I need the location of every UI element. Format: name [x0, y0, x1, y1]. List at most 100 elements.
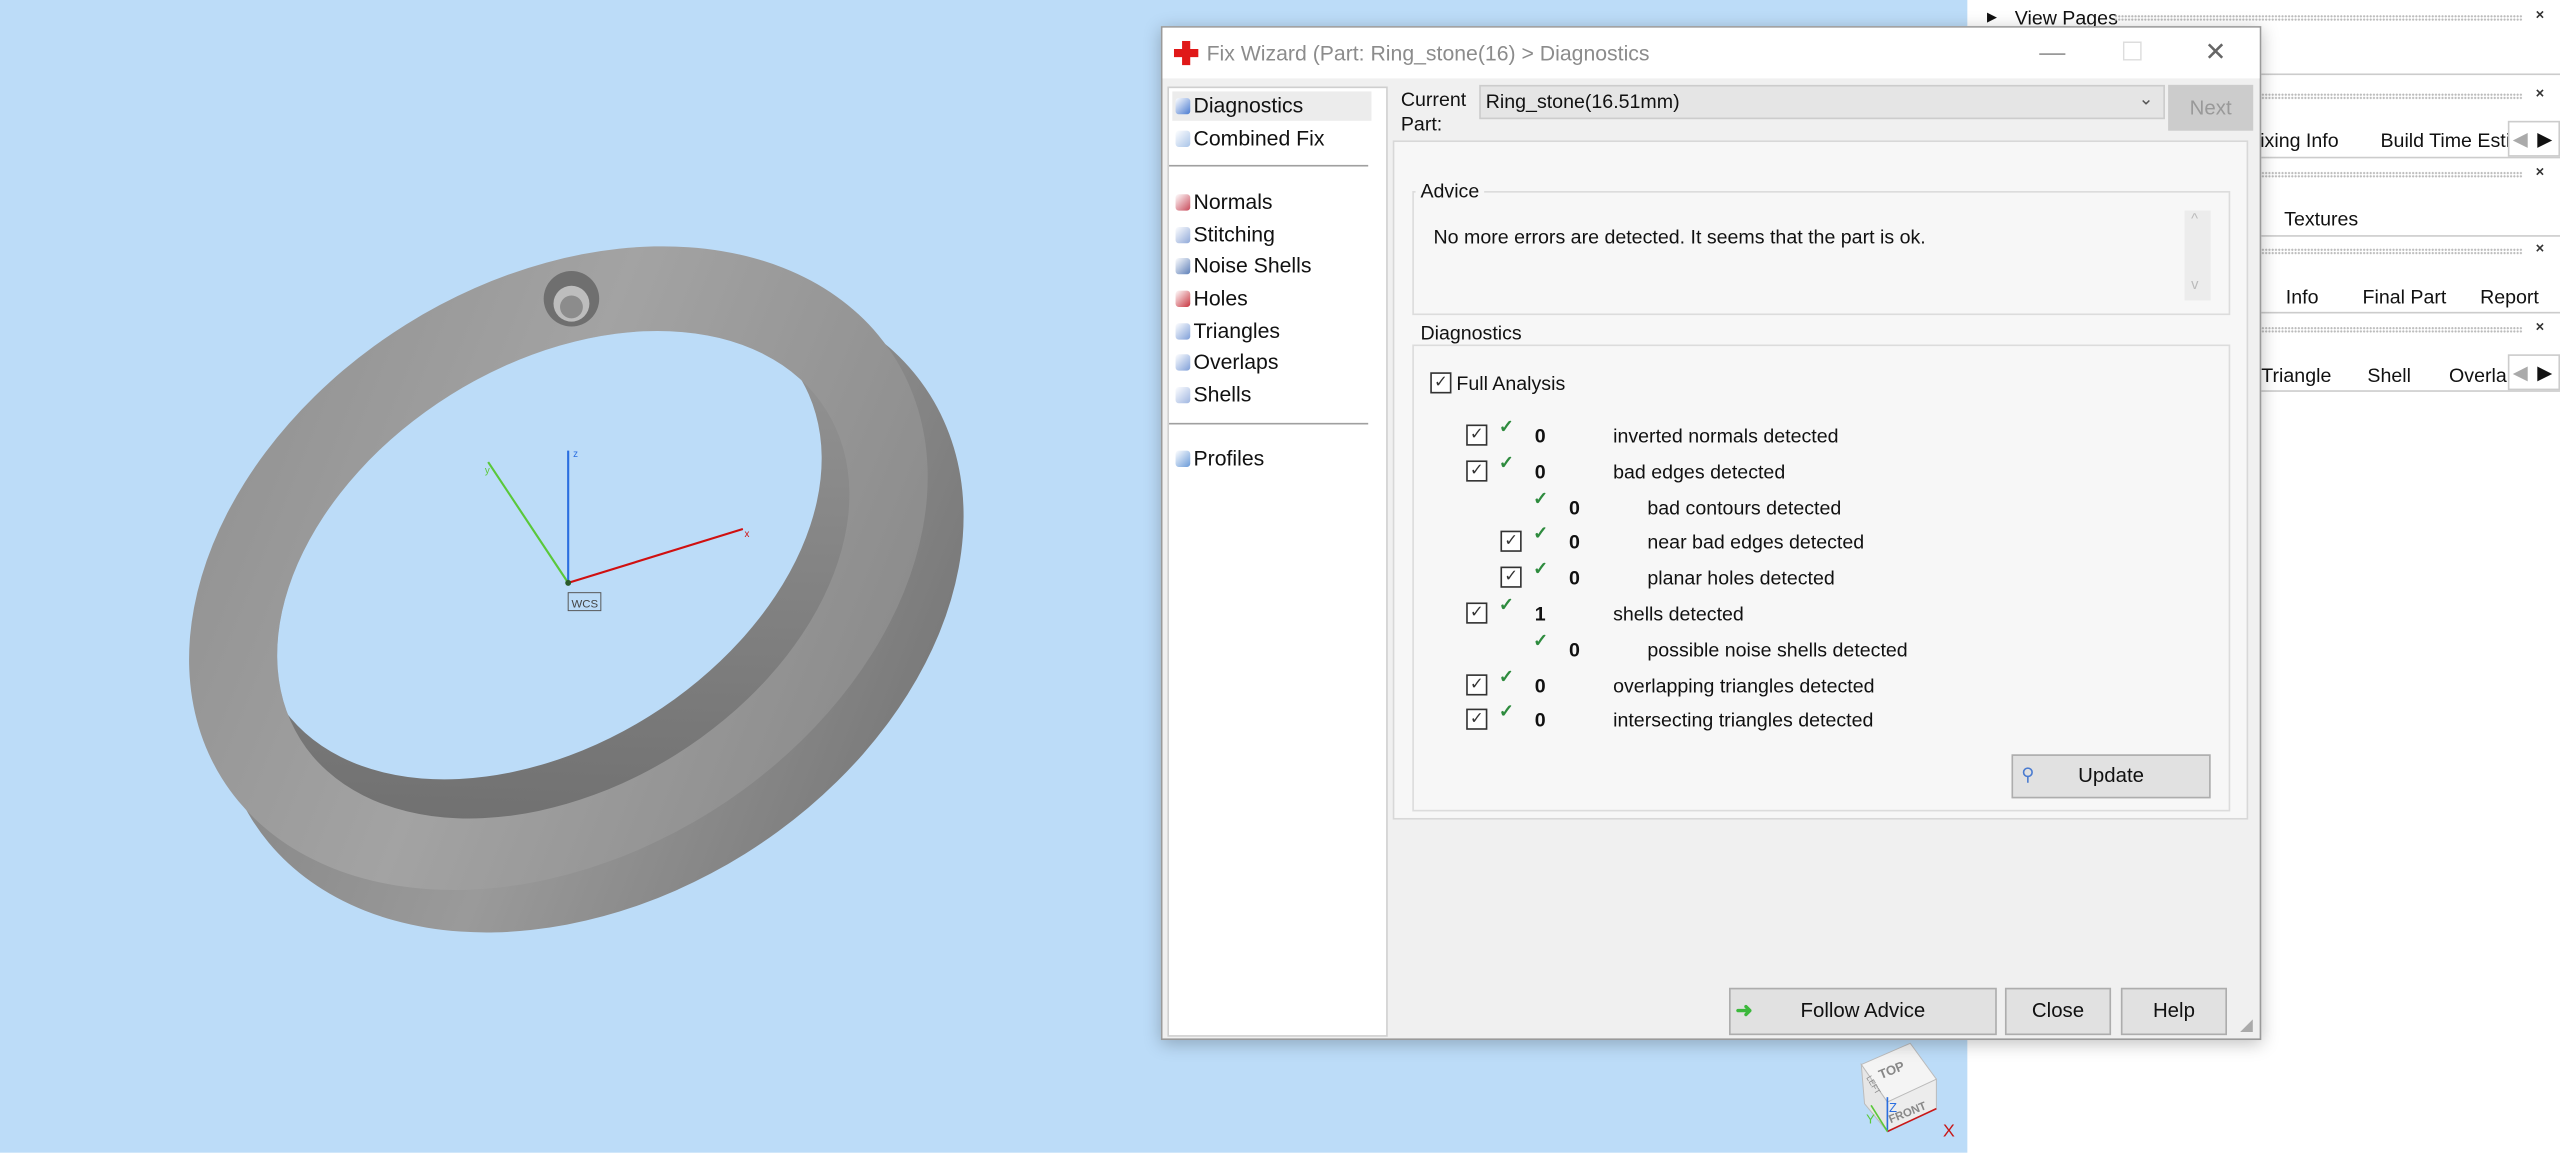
nav-item-holes[interactable]: Holes	[1172, 284, 1371, 313]
content-panel: No more errors are detected. It seems th…	[1392, 140, 2249, 820]
follow-advice-button[interactable]: ➜ Follow Advice	[1729, 987, 1997, 1036]
nav-item-combined-fix[interactable]: Combined Fix	[1172, 124, 1371, 153]
tab-final-part[interactable]: Final Part	[2363, 286, 2447, 309]
nav-item-diagnostics[interactable]: Diagnostics	[1172, 91, 1372, 121]
tab-triangle[interactable]: Triangle	[2261, 364, 2331, 387]
noise-shells-icon	[1175, 257, 1191, 275]
maximize-button[interactable]: ☐	[2100, 34, 2165, 73]
nav-item-label: Combined Fix	[1193, 125, 1325, 151]
nav-item-label: Stitching	[1193, 222, 1275, 247]
close-section-icon[interactable]: ×	[2536, 85, 2545, 101]
diagnostic-checkbox[interactable]: ✓	[1500, 566, 1522, 589]
tab-info[interactable]: Info	[2286, 286, 2319, 309]
arrow-left-icon[interactable]: ◀	[2513, 361, 2528, 384]
fix-wizard-red-cross-icon	[1173, 40, 1199, 66]
green-check-icon: ✓	[1498, 667, 1514, 687]
arrow-right-icon[interactable]: ▶	[2537, 361, 2552, 384]
diagnostic-count: 0	[1569, 566, 1580, 590]
diagnostic-checkbox[interactable]: ✓	[1466, 424, 1488, 446]
nav-item-normals[interactable]: Normals	[1172, 188, 1371, 217]
resize-grip-icon[interactable]: ◢	[2240, 1017, 2253, 1035]
minimize-button[interactable]: —	[2020, 34, 2085, 73]
green-check-icon: ✓	[1533, 631, 1549, 652]
arrow-left-icon[interactable]: ◀	[2513, 127, 2528, 150]
tab-overlaps[interactable]: Overla	[2449, 364, 2507, 387]
full-analysis-label[interactable]: Full Analysis	[1456, 372, 1565, 395]
green-check-icon: ✓	[1533, 524, 1549, 545]
title-bar[interactable]: Fix Wizard (Part: Ring_stone(16) > Diagn…	[1162, 27, 2260, 79]
full-analysis-checkbox[interactable]: ✓	[1430, 372, 1452, 394]
wizard-navigation: Diagnostics Combined Fix Normals Stitching N…	[1167, 86, 1388, 1037]
overlaps-cube-icon	[1175, 354, 1191, 371]
stitching-cube-icon	[1175, 226, 1191, 244]
tab-scroll-arrows[interactable]: ◀ ▶	[2507, 120, 2560, 157]
arrow-right-icon[interactable]: ▶	[2537, 127, 2552, 150]
tab-shell[interactable]: Shell	[2367, 364, 2411, 387]
nav-item-overlaps[interactable]: Overlaps	[1172, 348, 1371, 377]
nav-item-label: Profiles	[1193, 445, 1265, 471]
current-part-dropdown[interactable]: Ring_stone(16.51mm) ⌄	[1479, 84, 2165, 120]
cube-icon	[1175, 130, 1191, 147]
help-button[interactable]: Help	[2120, 987, 2228, 1036]
diagnostic-checkbox[interactable]: ✓	[1466, 602, 1488, 624]
tab-scroll-arrows[interactable]: ◀ ▶	[2507, 354, 2560, 391]
chevron-down-icon[interactable]: ⌄	[2138, 88, 2153, 110]
view-cube[interactable]: TOP FRONT LEFT Z Y X	[1860, 1042, 1955, 1140]
close-section-icon[interactable]: ×	[2536, 163, 2545, 179]
nav-item-triangles[interactable]: Triangles	[1172, 317, 1371, 346]
diagnostic-description: intersecting triangles detected	[1613, 709, 1874, 733]
green-check-icon: ✓	[1533, 560, 1549, 580]
scroll-down-icon[interactable]: v	[2191, 276, 2198, 292]
tab-build-time-estimation[interactable]: Build Time Esti	[2380, 129, 2510, 152]
tab-textures[interactable]: Textures	[2284, 207, 2358, 230]
diagnostic-count: 0	[1569, 495, 1580, 519]
dialog-title: Fix Wizard (Part: Ring_stone(16) > Diagn…	[1206, 40, 1650, 66]
current-part-label: Current Part:	[1400, 88, 1467, 136]
nav-item-label: Overlaps	[1193, 349, 1279, 374]
current-part-value: Ring_stone(16.51mm)	[1485, 89, 1680, 113]
close-window-button[interactable]: ✕	[2183, 34, 2248, 73]
nav-item-noise-shells[interactable]: Noise Shells	[1172, 251, 1371, 280]
diagnostic-description: overlapping triangles detected	[1613, 673, 1875, 697]
diagnostic-checkbox[interactable]: ✓	[1500, 531, 1522, 553]
diagnostic-description: shells detected	[1613, 602, 1744, 626]
diagnostic-count: 0	[1534, 709, 1546, 733]
magnifier-icon	[1175, 97, 1191, 115]
scroll-up-icon[interactable]: ^	[2191, 211, 2198, 227]
next-button[interactable]: Next	[2168, 84, 2254, 131]
tab-report[interactable]: Report	[2480, 286, 2539, 309]
nav-item-shells[interactable]: Shells	[1172, 380, 1371, 409]
magnifier-icon: ⚲	[2021, 765, 2035, 786]
close-section-icon[interactable]: ×	[2536, 318, 2545, 334]
diagnostic-checkbox[interactable]: ✓	[1466, 709, 1488, 731]
diagnostic-description: planar holes detected	[1647, 566, 1835, 590]
y-axis-label: y	[485, 465, 490, 476]
green-check-icon: ✓	[1498, 595, 1514, 616]
diagnostics-label: Diagnostics	[1415, 321, 1527, 345]
nav-item-stitching[interactable]: Stitching	[1172, 220, 1371, 249]
nav-item-label: Holes	[1193, 285, 1248, 311]
viewcube-z-label: Z	[1889, 1100, 1897, 1115]
diagnostic-checkbox[interactable]: ✓	[1466, 673, 1488, 695]
close-section-icon[interactable]: ×	[2536, 7, 2545, 23]
diagnostic-count: 0	[1534, 460, 1546, 483]
close-section-icon[interactable]: ×	[2536, 240, 2545, 256]
update-button[interactable]: ⚲ Update	[2011, 754, 2211, 799]
diagnostic-checkbox[interactable]: ✓	[1466, 460, 1488, 482]
expand-triangle-icon[interactable]: ▶	[1987, 10, 1997, 25]
follow-advice-label: Follow Advice	[1800, 999, 1926, 1023]
diagnostic-description: inverted normals detected	[1613, 424, 1839, 448]
nav-item-label: Triangles	[1193, 318, 1281, 343]
diagnostic-description: bad contours detected	[1647, 495, 1842, 519]
diagnostic-count: 0	[1569, 531, 1580, 555]
close-button[interactable]: Close	[2004, 987, 2112, 1036]
shells-cube-icon	[1175, 386, 1191, 404]
wcs-label: WCS	[571, 598, 598, 610]
diagnostic-count: 0	[1534, 424, 1546, 448]
green-check-icon: ✓	[1498, 702, 1514, 723]
diagnostic-description: bad edges detected	[1613, 460, 1786, 483]
nav-item-profiles[interactable]: Profiles	[1172, 444, 1371, 473]
tab-fixing-info[interactable]: Fixing Info	[2248, 129, 2338, 152]
advice-scrollbar[interactable]: ^ v	[2184, 210, 2211, 301]
nav-item-label: Noise Shells	[1193, 253, 1312, 278]
